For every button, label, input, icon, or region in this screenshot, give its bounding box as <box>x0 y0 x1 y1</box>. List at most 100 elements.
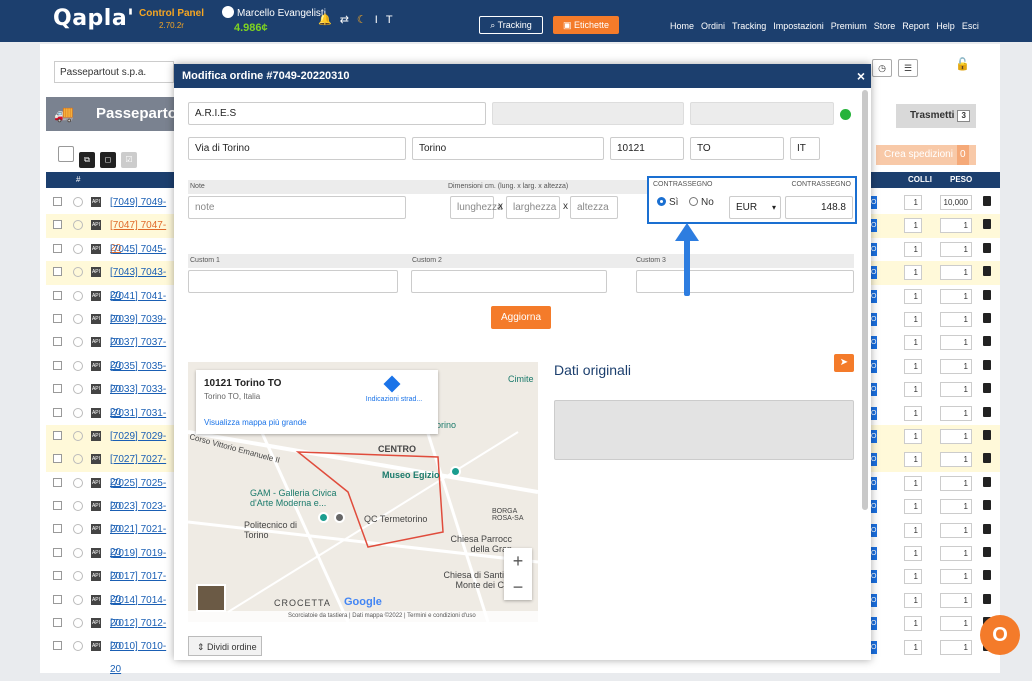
map-poi-museo-icon[interactable] <box>450 466 461 477</box>
row-checkbox[interactable] <box>53 641 62 651</box>
colli-input[interactable]: 1 <box>904 265 922 281</box>
blurred-field-1[interactable] <box>492 102 684 125</box>
row-radio[interactable] <box>73 337 83 348</box>
country-input[interactable]: IT <box>790 137 820 160</box>
trash-icon[interactable] <box>983 359 991 370</box>
row-checkbox[interactable] <box>53 594 62 604</box>
custom3-input[interactable] <box>636 270 854 293</box>
trash-icon[interactable] <box>983 266 991 277</box>
row-checkbox[interactable] <box>53 618 62 628</box>
dividi-ordine-button[interactable]: ⇕ Dividi ordine <box>188 636 262 656</box>
list-icon[interactable]: ☰ <box>898 59 918 77</box>
trash-icon[interactable] <box>983 313 991 323</box>
colli-input[interactable]: 1 <box>904 382 922 398</box>
nav-help[interactable]: Help <box>936 21 955 31</box>
map-poi-gam-icon[interactable] <box>318 512 329 523</box>
language-selector[interactable]: IT <box>375 14 401 26</box>
peso-input[interactable]: 1 <box>940 569 972 585</box>
row-radio[interactable] <box>73 243 83 254</box>
colli-input[interactable]: 1 <box>904 218 922 234</box>
row-checkbox[interactable] <box>53 290 62 300</box>
row-radio[interactable] <box>73 313 83 324</box>
edit-icon[interactable]: ◻ <box>100 152 116 168</box>
row-checkbox[interactable] <box>53 337 62 347</box>
tracking-button[interactable]: ⌕ Tracking <box>479 16 543 34</box>
larger-map-link[interactable]: Visualizza mappa più grande <box>204 418 307 427</box>
header-peso[interactable]: PESO <box>950 172 972 188</box>
send-icon[interactable]: ➤ <box>834 354 854 372</box>
map-embed[interactable]: CENTRO Museo Egizio GAM - Galleria Civic… <box>188 362 538 622</box>
row-checkbox[interactable] <box>53 454 62 464</box>
nav-store[interactable]: Store <box>874 21 896 31</box>
trash-icon[interactable] <box>983 383 991 394</box>
contrassegno-si-radio[interactable]: Sì <box>657 197 678 208</box>
height-input[interactable]: altezza <box>570 196 618 219</box>
row-radio[interactable] <box>73 618 83 629</box>
clock-icon[interactable]: ◷ <box>872 59 892 77</box>
aggiorna-button[interactable]: Aggiorna <box>491 306 551 329</box>
peso-input[interactable]: 1 <box>940 382 972 398</box>
note-input[interactable]: note <box>188 196 406 219</box>
contrassegno-no-radio[interactable]: No <box>689 197 714 208</box>
modal-scrollbar[interactable] <box>862 90 868 510</box>
colli-input[interactable]: 1 <box>904 312 922 327</box>
colli-input[interactable]: 1 <box>904 405 922 421</box>
row-radio[interactable] <box>73 220 83 231</box>
etichette-button[interactable]: ▣ Etichette <box>553 16 619 34</box>
colli-input[interactable]: 1 <box>904 475 922 491</box>
province-input[interactable]: TO <box>690 137 784 160</box>
trash-icon[interactable] <box>983 430 991 440</box>
colli-input[interactable]: 1 <box>904 429 922 444</box>
row-radio[interactable] <box>73 501 83 512</box>
length-input[interactable]: lunghezza <box>450 196 503 219</box>
moon-icon[interactable]: ☾ <box>357 13 375 26</box>
nav-report[interactable]: Report <box>902 21 929 31</box>
order-link[interactable]: [7010] 7010-20 <box>110 635 176 681</box>
zoom-out-button[interactable]: − <box>504 574 532 600</box>
colli-input[interactable]: 1 <box>904 358 922 374</box>
colli-input[interactable]: 1 <box>904 335 922 351</box>
copy-icon[interactable]: ⧉ <box>79 152 95 168</box>
map-footer[interactable]: Scorciatoie da tastiera | Dati mappa ©20… <box>188 611 538 622</box>
row-radio[interactable] <box>73 430 83 441</box>
currency-select[interactable]: EUR ▾ <box>729 196 781 219</box>
row-checkbox[interactable] <box>53 501 62 511</box>
row-checkbox[interactable] <box>53 477 62 487</box>
chat-bubble-button[interactable]: O <box>980 615 1020 655</box>
nav-home[interactable]: Home <box>670 21 694 31</box>
trash-icon[interactable] <box>983 523 991 534</box>
whatsapp-icon[interactable] <box>840 109 851 120</box>
amount-input[interactable]: 148.8 <box>785 196 853 219</box>
peso-input[interactable]: 1 <box>940 499 972 515</box>
peso-input[interactable]: 1 <box>940 335 972 351</box>
peso-input[interactable]: 1 <box>940 288 972 304</box>
trash-icon[interactable] <box>983 570 991 581</box>
select-all-icon[interactable] <box>58 146 74 162</box>
row-checkbox[interactable] <box>53 197 62 206</box>
colli-input[interactable]: 1 <box>904 452 922 468</box>
row-radio[interactable] <box>73 477 83 488</box>
colli-input[interactable]: 1 <box>904 616 922 632</box>
company-select[interactable]: Passepartout s.p.a. <box>54 61 174 83</box>
colli-input[interactable]: 1 <box>904 569 922 585</box>
colli-input[interactable]: 1 <box>904 499 922 515</box>
row-checkbox[interactable] <box>53 547 62 557</box>
trash-icon[interactable] <box>983 242 991 253</box>
trash-icon[interactable] <box>983 500 991 511</box>
crea-spedizioni-button[interactable]: Crea spedizioni 0 <box>876 145 976 165</box>
zip-input[interactable]: 10121 <box>610 137 684 160</box>
row-checkbox[interactable] <box>53 571 62 581</box>
peso-input[interactable]: 1 <box>940 312 972 327</box>
row-radio[interactable] <box>73 384 83 395</box>
colli-input[interactable]: 1 <box>904 592 922 608</box>
row-radio[interactable] <box>73 594 83 605</box>
peso-input[interactable]: 1 <box>940 405 972 421</box>
colli-input[interactable]: 1 <box>904 639 922 655</box>
row-checkbox[interactable] <box>53 267 62 277</box>
peso-input[interactable]: 1 <box>940 452 972 468</box>
row-radio[interactable] <box>73 641 83 652</box>
colli-input[interactable]: 1 <box>904 522 922 538</box>
row-radio[interactable] <box>73 547 83 558</box>
trash-icon[interactable] <box>983 336 991 347</box>
row-radio[interactable] <box>73 290 83 301</box>
